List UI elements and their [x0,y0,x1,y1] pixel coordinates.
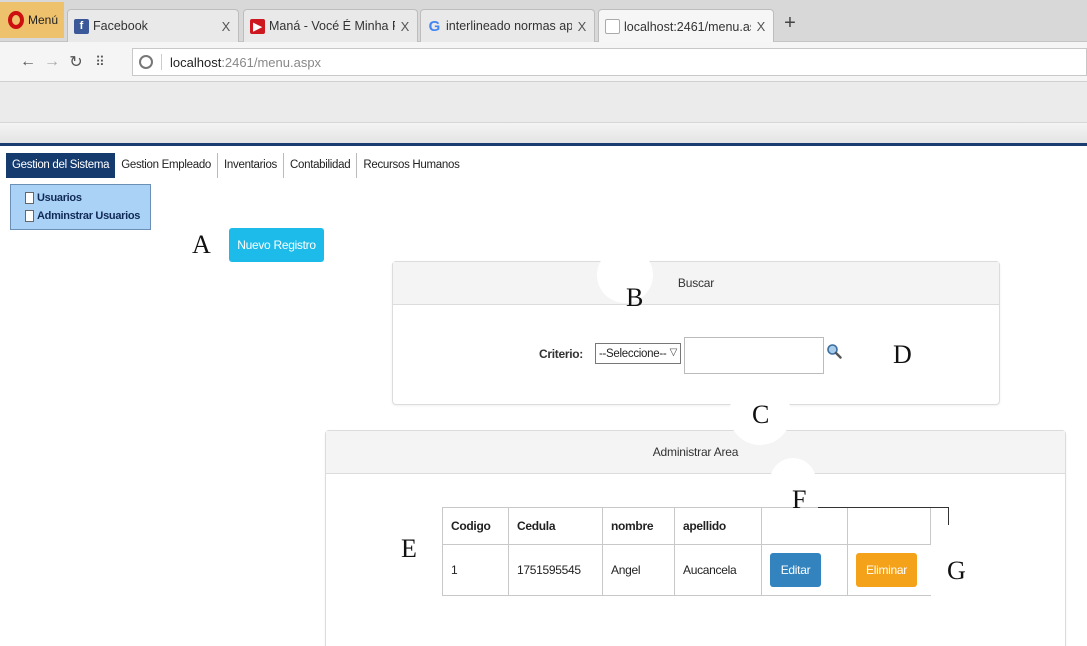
magnifier-search-icon[interactable] [826,343,842,359]
tab-title: Maná - Vocé É Minha Reli [269,19,395,33]
annotation-label-a: A [192,230,211,259]
chevron-down-icon: ▽ [669,347,678,358]
youtube-icon: ▶ [250,18,265,34]
annotation-label-d: D [893,340,912,369]
column-header-delete [847,507,931,545]
cell-edit: Editar [761,544,848,596]
url-divider [161,54,162,70]
menu-item-gestion-empleado[interactable]: Gestion Empleado [115,153,219,178]
annotation-label-f: F [792,485,807,514]
tab-title: interlineado normas apa - [446,19,572,33]
page-header-bar [0,123,1087,146]
document-icon [25,192,34,204]
records-table: Codigo Cedula nombre apellido 1 17515955… [442,507,931,596]
search-input[interactable] [684,337,824,374]
page-icon [605,19,620,34]
annotation-label-b: B [626,283,644,312]
close-icon[interactable]: X [755,19,767,34]
criteria-label: Criterio: [539,347,583,361]
menu-item-inventarios[interactable]: Inventarios [218,153,284,178]
google-icon: G [428,17,441,35]
tab-facebook[interactable]: f Facebook X [67,9,239,42]
opera-logo-icon [8,11,24,29]
back-arrow-icon[interactable]: ← [16,53,40,71]
menu-item-contabilidad[interactable]: Contabilidad [284,153,358,178]
main-menu: Gestion del Sistema Gestion Empleado Inv… [6,153,466,178]
annotation-line [948,507,949,525]
search-panel: Buscar [392,261,1000,405]
url-field[interactable]: localhost:2461/menu.aspx [132,48,1087,76]
column-header-cedula: Cedula [508,507,603,545]
tab-google[interactable]: G interlineado normas apa - X [420,9,595,42]
annotation-label-g: G [947,556,966,585]
criteria-selected-value: --Seleccione-- [599,347,667,360]
submenu: Usuarios Adminstrar Usuarios [10,184,151,230]
submenu-item-usuarios[interactable]: Usuarios [25,189,150,207]
column-header-apellido: apellido [674,507,762,545]
annotation-circle [597,247,653,303]
address-toolbar: ← → ↻ ⠿ localhost:2461/menu.aspx [0,42,1087,82]
new-record-button[interactable]: Nuevo Registro [229,228,324,262]
annotation-label-e: E [401,534,417,563]
annotation-label-c: C [752,400,770,429]
admin-panel-title: Administrar Area [326,431,1065,474]
tab-title: Facebook [93,19,148,33]
table-header-row: Codigo Cedula nombre apellido [442,507,931,545]
criteria-select[interactable]: --Seleccione-- ▽ [595,343,681,364]
cell-delete: Eliminar [847,544,931,596]
cell-apellido: Aucancela [674,544,762,596]
submenu-item-label: Adminstrar Usuarios [37,210,141,222]
edit-button[interactable]: Editar [770,553,821,587]
tab-title: localhost:2461/menu.aspx [624,19,751,34]
browser-tab-strip: Menú f Facebook X ▶ Maná - Vocé É Minha … [0,0,1087,43]
tab-localhost[interactable]: localhost:2461/menu.aspx X [598,9,774,43]
submenu-item-administrar-usuarios[interactable]: Adminstrar Usuarios [25,207,150,225]
page-header-band [0,82,1087,123]
reload-icon[interactable]: ↻ [64,52,88,72]
search-panel-title: Buscar [393,262,999,305]
close-icon[interactable]: X [399,19,411,34]
site-info-icon[interactable] [139,55,153,69]
url-host: localhost [170,54,222,70]
cell-codigo: 1 [442,544,509,596]
speed-dial-grid-icon[interactable]: ⠿ [88,54,112,70]
facebook-icon: f [74,18,89,34]
annotation-line [818,507,948,508]
delete-button[interactable]: Eliminar [856,553,917,587]
close-icon[interactable]: X [220,19,232,34]
menu-item-recursos-humanos[interactable]: Recursos Humanos [357,153,465,178]
column-header-codigo: Codigo [442,507,509,545]
column-header-nombre: nombre [602,507,675,545]
opera-menu-button[interactable]: Menú [0,2,64,38]
tab-mana[interactable]: ▶ Maná - Vocé É Minha Reli X [243,9,418,42]
cell-cedula: 1751595545 [508,544,603,596]
new-tab-button[interactable]: + [778,11,802,35]
table-row: 1 1751595545 Angel Aucancela Editar Elim… [442,544,931,596]
url-path: :2461/menu.aspx [221,54,322,70]
close-icon[interactable]: X [576,19,588,34]
submenu-item-label: Usuarios [37,192,82,204]
opera-menu-label: Menú [28,13,59,27]
forward-arrow-icon[interactable]: → [40,53,64,71]
cell-nombre: Angel [602,544,675,596]
document-icon [25,210,34,222]
menu-item-gestion-sistema[interactable]: Gestion del Sistema [6,153,116,178]
